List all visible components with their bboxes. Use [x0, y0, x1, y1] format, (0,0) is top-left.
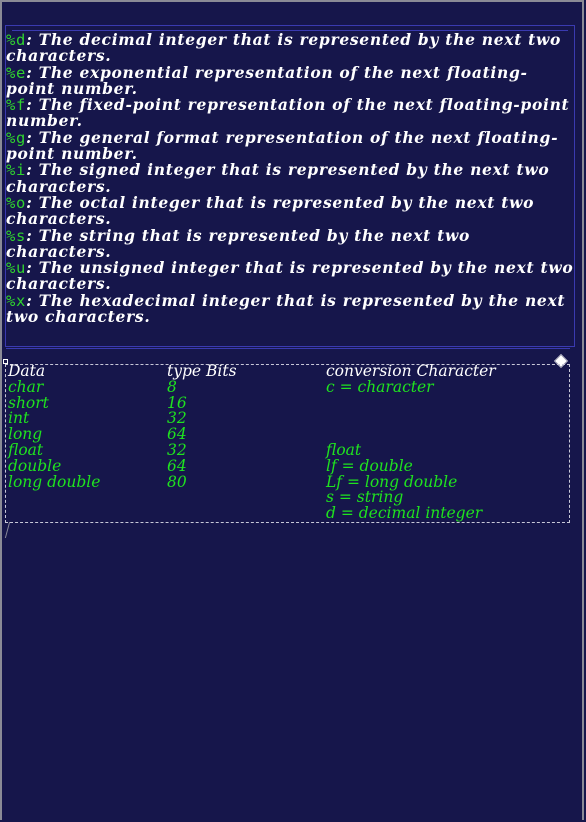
definition-text: : The unsigned integer that is represent…	[6, 258, 574, 294]
table-cell-conversion	[326, 411, 496, 427]
definition-text: : The general format representation of t…	[6, 127, 559, 164]
table-column-data: Data char short int long float double long doub…	[8, 363, 101, 491]
table-column-conversion: conversion Character c = character float l…	[326, 363, 496, 523]
table-cell-conversion: c = character	[326, 377, 434, 396]
definition-text: : The octal integer that is represented …	[6, 192, 535, 229]
definition-text: : The hexadecimal integer that is repres…	[6, 290, 566, 327]
format-specifier-definitions[interactable]: %d: The decimal integer that is represen…	[6, 30, 576, 327]
table-column-bits: type Bits 8 16 32 64 32 64 80	[167, 362, 237, 491]
definition-item: %g: The general format representation of…	[6, 127, 576, 164]
definition-item: %d: The decimal integer that is represen…	[6, 30, 576, 66]
definition-item: %f: The fixed-point representation of th…	[6, 95, 576, 131]
table-cell-conversion: d = decimal integer	[326, 504, 483, 523]
table-cell-data: long double	[8, 472, 101, 491]
definition-text: : The signed integer that is represented…	[6, 160, 550, 196]
table-cell-bits: 80	[167, 472, 187, 491]
definition-item: %s: The string that is represented by th…	[6, 225, 576, 261]
definition-text: : The fixed-point representation of the …	[6, 95, 570, 131]
definition-item: %i: The signed integer that is represent…	[6, 162, 576, 195]
definition-item: %u: The unsigned integer that is represe…	[6, 258, 576, 294]
table-header-bits: type Bits	[167, 362, 237, 380]
definition-item: %o: The octal integer that is represente…	[6, 192, 576, 229]
definition-text: : The exponential representation of the …	[6, 62, 528, 98]
definition-text: : The string that is represented by the …	[6, 225, 471, 261]
table-cell-conversion	[326, 396, 496, 412]
definition-text: : The decimal integer that is represente…	[6, 30, 562, 66]
panel-resize-grip[interactable]	[6, 345, 570, 349]
definition-item: %e: The exponential representation of th…	[6, 62, 576, 98]
definition-item: %x: The hexadecimal integer that is repr…	[6, 290, 576, 327]
